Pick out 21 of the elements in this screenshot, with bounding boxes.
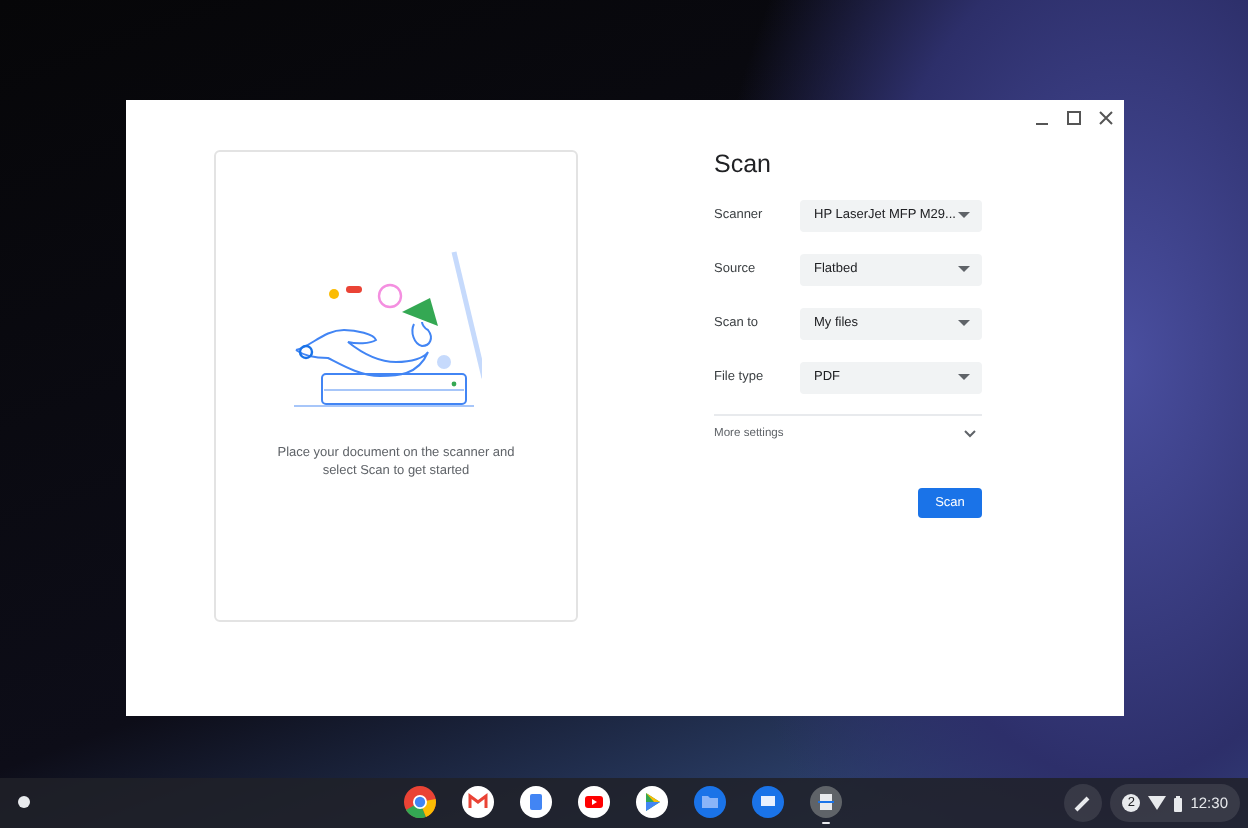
dropdown-arrow-icon [958,374,970,380]
chrome-app-icon[interactable] [404,786,436,818]
files-app-icon[interactable] [694,786,726,818]
scan-app-icon[interactable] [810,786,842,818]
pen-icon [1074,794,1093,812]
messages-app-icon[interactable] [752,786,784,818]
dropdown-arrow-icon [958,212,970,218]
dropdown-arrow-icon [958,320,970,326]
window-title: Scan [714,150,773,178]
mail-app-icon[interactable] [462,786,494,818]
launcher-icon[interactable] [18,796,30,808]
maximize-icon[interactable] [1066,110,1082,126]
dropdown-arrow-icon [958,266,970,272]
close-icon[interactable] [1098,110,1114,126]
stylus-tools-button[interactable] [1064,784,1103,822]
video-app-icon[interactable] [578,786,610,818]
chevron-icon [964,430,976,438]
wifi-icon [1148,796,1167,810]
battery-icon [1174,795,1183,811]
play-app-icon[interactable] [636,786,668,818]
docs-app-icon[interactable] [520,786,552,818]
